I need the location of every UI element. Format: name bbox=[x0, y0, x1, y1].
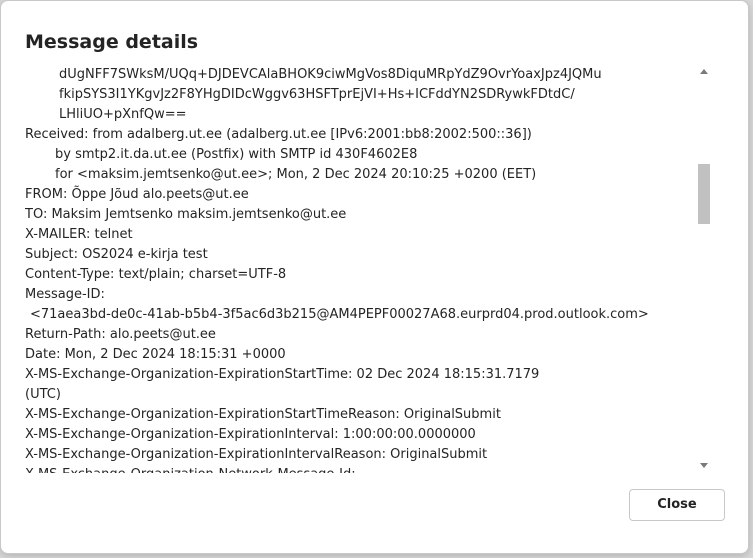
header-line: Received: from adalberg.ut.ee (adalberg.… bbox=[25, 127, 532, 142]
header-line: X-MS-Exchange-Organization-ExpirationInt… bbox=[25, 427, 476, 442]
header-line: FROM: Õppe Jõud alo.peets@ut.ee bbox=[25, 187, 249, 202]
scroll-thumb[interactable] bbox=[698, 164, 710, 224]
scroll-up-arrow-icon[interactable] bbox=[700, 69, 708, 74]
header-line: X-MAILER: telnet bbox=[25, 227, 133, 242]
header-line: fkipSYS3I1YKgvJz2F8YHgDIDcWggv63HSFTprEj… bbox=[59, 87, 575, 102]
close-button[interactable]: Close bbox=[629, 489, 725, 521]
header-line: TO: Maksim Jemtsenko maksim.jemtsenko@ut… bbox=[25, 207, 347, 222]
header-line: LHliUO+pXnfQw== bbox=[59, 107, 187, 122]
header-line: for <maksim.jemtsenko@ut.ee>; Mon, 2 Dec… bbox=[55, 167, 537, 182]
message-details-dialog: Message details dUgNFF7SWksM/UQq+DJDEVCA… bbox=[0, 0, 749, 554]
header-line: Message-ID: bbox=[25, 287, 105, 302]
header-line: dUgNFF7SWksM/UQq+DJDEVCAlaBHOK9ciwMgVos8… bbox=[59, 67, 602, 82]
header-line: (UTC) bbox=[25, 387, 61, 402]
header-line: Date: Mon, 2 Dec 2024 18:15:31 +0000 bbox=[25, 347, 286, 362]
header-line: <71aea3bd-de0c-41ab-b5b4-3f5ac6d3b215@AM… bbox=[30, 307, 649, 322]
header-line: Subject: OS2024 e-kirja test bbox=[25, 247, 208, 262]
header-line: Content-Type: text/plain; charset=UTF-8 bbox=[25, 267, 287, 282]
header-line: X-MS-Exchange-Organization-ExpirationInt… bbox=[25, 447, 488, 462]
header-line: X-MS-Exchange-Organization-ExpirationSta… bbox=[25, 367, 540, 382]
header-line: Return-Path: alo.peets@ut.ee bbox=[25, 327, 216, 342]
dialog-title: Message details bbox=[25, 31, 199, 53]
header-line: X-MS-Exchange-Organization-ExpirationSta… bbox=[25, 407, 501, 422]
vertical-scrollbar[interactable] bbox=[697, 64, 711, 473]
message-headers-text[interactable]: dUgNFF7SWksM/UQq+DJDEVCAlaBHOK9ciwMgVos8… bbox=[25, 65, 693, 473]
header-line: X-MS-Exchange-Organization-Network-Messa… bbox=[25, 465, 693, 473]
header-line: by smtp2.it.da.ut.ee (Postfix) with SMTP… bbox=[55, 147, 418, 162]
scroll-down-arrow-icon[interactable] bbox=[700, 463, 708, 468]
